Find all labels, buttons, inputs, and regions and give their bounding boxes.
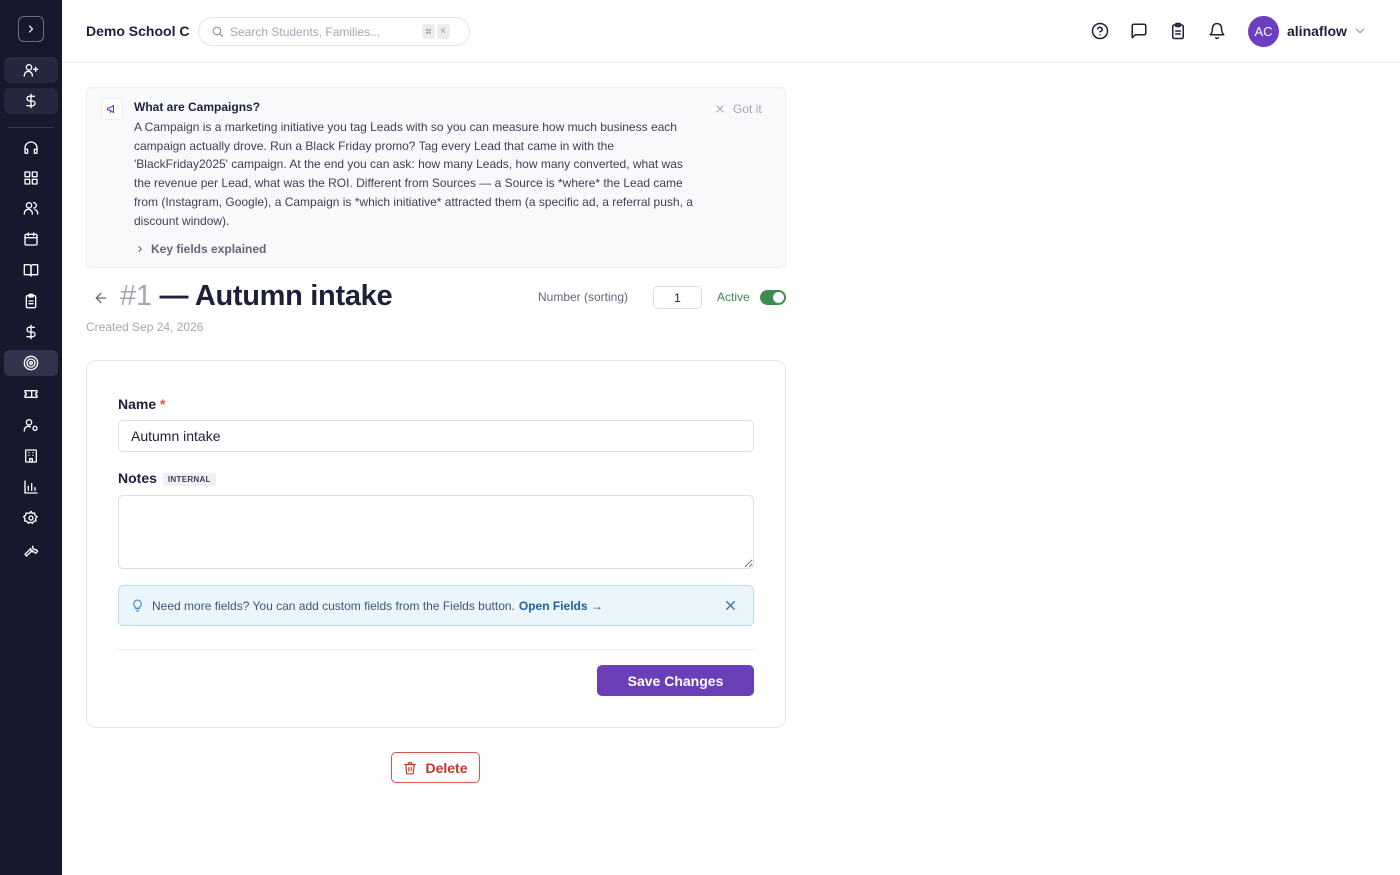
settings-icon (23, 510, 38, 524)
dollar-icon (26, 93, 36, 109)
trash-icon (404, 761, 417, 774)
name-field[interactable] (118, 420, 754, 452)
sidebar-item-reports[interactable] (4, 474, 58, 500)
lightbulb-icon (133, 599, 142, 612)
close-icon (726, 601, 735, 610)
page-title: #1 — Autumn intake (120, 280, 393, 313)
wrench-icon (24, 545, 39, 557)
notes-label: Notes INTERNAL (118, 470, 216, 486)
active-toggle[interactable] (760, 290, 786, 305)
name-label-text: Name (118, 396, 157, 412)
dismiss-info-button[interactable]: Got it (715, 102, 762, 116)
back-button[interactable] (92, 289, 110, 307)
tasks-button[interactable] (1167, 20, 1189, 42)
calendar-icon (24, 232, 38, 246)
notifications-button[interactable] (1206, 20, 1228, 42)
sort-number-input[interactable] (653, 286, 702, 309)
global-search[interactable]: ⌘ K (198, 17, 470, 46)
chevron-right-icon (138, 245, 142, 253)
delete-label: Delete (425, 759, 468, 776)
building-icon (25, 449, 37, 463)
users-icon (23, 202, 39, 215)
username[interactable]: alinaflow (1287, 23, 1347, 39)
internal-badge: INTERNAL (162, 472, 216, 486)
user-menu-toggle[interactable] (1353, 24, 1367, 43)
sidebar-item-dashboard[interactable] (4, 165, 58, 191)
open-fields-link[interactable]: Open Fields → (519, 599, 603, 613)
active-label: Active (717, 290, 750, 304)
sidebar-item-calendar[interactable] (4, 226, 58, 252)
sidebar-expand-button[interactable] (18, 16, 44, 42)
close-tip-button[interactable] (724, 599, 737, 615)
top-header: Demo School C ⌘ K AC alinaflow (62, 0, 1400, 63)
search-icon (212, 26, 223, 37)
dollar-icon (26, 324, 36, 340)
help-button[interactable] (1089, 20, 1111, 42)
sidebar-item-tickets[interactable] (4, 381, 58, 407)
message-icon (1131, 23, 1147, 39)
ticket-icon (24, 390, 38, 398)
user-plus-icon (23, 63, 39, 77)
sidebar-item-campaigns[interactable] (4, 350, 58, 376)
chevron-down-icon (1355, 28, 1365, 34)
sidebar-divider (8, 127, 54, 128)
sidebar-item-payment[interactable] (4, 88, 58, 114)
record-number: #1 (120, 280, 152, 312)
info-body: A Campaign is a marketing initiative you… (134, 120, 693, 228)
sidebar-item-locations[interactable] (4, 443, 58, 469)
sidebar (0, 0, 62, 875)
shortcut-key-cmd: ⌘ (422, 24, 435, 39)
name-label: Name * (118, 396, 165, 412)
headset-icon (24, 141, 38, 154)
sidebar-item-courses[interactable] (4, 257, 58, 283)
shortcut-key-k: K (437, 24, 450, 39)
card-divider (118, 649, 754, 650)
book-icon (23, 264, 39, 277)
tip-text: Need more fields? You can add custom fie… (152, 598, 515, 613)
record-title: — Autumn intake (159, 280, 393, 312)
close-icon (716, 105, 724, 113)
dashboard-icon (24, 171, 38, 185)
dismiss-label: Got it (733, 102, 762, 116)
sidebar-item-settings[interactable] (4, 505, 58, 531)
search-input[interactable] (230, 24, 420, 39)
save-button[interactable]: Save Changes (597, 665, 754, 696)
avatar[interactable]: AC (1248, 16, 1279, 47)
campaign-form-card: Name * Notes INTERNAL Need more fields? Y… (86, 360, 786, 728)
megaphone-icon (101, 98, 123, 120)
clipboard-icon (25, 293, 37, 309)
info-title: What are Campaigns? (134, 100, 261, 114)
chevron-right-icon (28, 25, 34, 33)
target-icon (23, 355, 39, 371)
bar-chart-icon (24, 480, 38, 494)
key-fields-label: Key fields explained (151, 242, 267, 256)
custom-fields-tip: Need more fields? You can add custom fie… (118, 585, 754, 626)
required-marker: * (160, 396, 166, 412)
messages-button[interactable] (1128, 20, 1150, 42)
created-date: Created Sep 24, 2026 (86, 320, 204, 334)
notes-label-text: Notes (118, 470, 157, 486)
sidebar-item-tasks[interactable] (4, 288, 58, 314)
help-icon (1091, 22, 1109, 40)
campaigns-info-callout: What are Campaigns? A Campaign is a mark… (86, 87, 786, 268)
sidebar-item-staff[interactable] (4, 412, 58, 438)
arrow-left-icon (95, 292, 107, 304)
sidebar-item-people[interactable] (4, 195, 58, 221)
bell-icon (1209, 22, 1225, 40)
key-fields-toggle[interactable]: Key fields explained (135, 242, 266, 256)
delete-button[interactable]: Delete (391, 752, 480, 783)
sort-number-label: Number (sorting) (538, 290, 629, 304)
notes-field[interactable] (118, 495, 754, 569)
sidebar-item-finance[interactable] (4, 319, 58, 345)
sidebar-item-tools[interactable] (4, 537, 58, 563)
school-name[interactable]: Demo School C (86, 23, 189, 39)
sidebar-item-support[interactable] (4, 135, 58, 161)
clipboard-icon (1172, 22, 1184, 40)
user-gear-icon (23, 419, 38, 432)
sidebar-item-add-lead[interactable] (4, 57, 58, 83)
